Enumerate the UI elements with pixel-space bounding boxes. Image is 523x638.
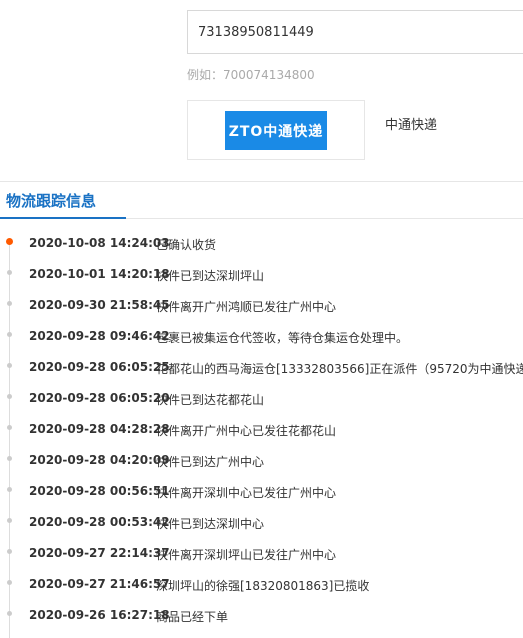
event-description: 已确认收货: [156, 238, 217, 252]
event-description: 花都花山的西马海运仓[13332803566]正在派件（95720为中通快递员: [156, 362, 523, 376]
section-title: 物流跟踪信息: [6, 192, 97, 210]
event-description: 快件离开广州鸿顺已发往广州中心: [156, 300, 337, 314]
tracking-event: 2020-09-27 21:46:57 深圳坪山的徐强[18320801863]已…: [0, 568, 523, 599]
event-description: 快件离开广州中心已发往花都花山: [156, 424, 337, 438]
event-description: 快件已到达深圳中心: [156, 517, 265, 531]
event-time: 2020-09-28 04:20:09: [29, 453, 170, 467]
event-time: 2020-10-01 14:20:18: [29, 267, 170, 281]
example-hint: 例如：700074134800: [187, 68, 315, 82]
timeline-dot-icon: [7, 332, 12, 337]
event-description: 快件已到达深圳坪山: [156, 269, 265, 283]
timeline-dot-icon: [7, 549, 12, 554]
timeline-dot-icon: [7, 270, 12, 275]
tracking-event: 2020-09-28 00:56:51 快件离开深圳中心已发往广州中心: [0, 475, 523, 506]
zto-logo: ZTO中通快递: [225, 111, 327, 150]
event-description: 快件离开深圳坪山已发往广州中心: [156, 548, 337, 562]
tracking-event: 2020-09-28 04:20:09 快件已到达广州中心: [0, 444, 523, 475]
tracking-event: 2020-10-08 14:24:03 已确认收货: [0, 227, 523, 258]
tracking-event: 2020-09-30 21:58:45 快件离开广州鸿顺已发往广州中心: [0, 289, 523, 320]
timeline-dot-icon: [7, 363, 12, 368]
event-time: 2020-09-28 00:53:42: [29, 515, 170, 529]
event-description: 商品已经下单: [156, 610, 229, 624]
timeline-dot-icon: [7, 487, 12, 492]
tracking-event: 2020-09-28 00:53:42 快件已到达深圳中心: [0, 506, 523, 537]
event-time: 2020-09-28 06:05:25: [29, 360, 170, 374]
tracking-number-input[interactable]: [188, 11, 523, 53]
carrier-name: 中通快递: [385, 118, 438, 133]
event-time: 2020-09-28 00:56:51: [29, 484, 170, 498]
event-description: 快件已到达花都花山: [156, 393, 265, 407]
tracking-event: 2020-09-28 09:46:42 包裹已被集运仓代签收，等待仓集运仓处理中。: [0, 320, 523, 351]
event-time: 2020-09-28 06:05:20: [29, 391, 170, 405]
section-divider: [126, 218, 523, 219]
timeline-dot-icon: [7, 456, 12, 461]
event-time: 2020-09-26 16:27:18: [29, 608, 170, 622]
timeline-dot-icon: [7, 301, 12, 306]
section-title-underline: [0, 217, 126, 219]
event-description: 快件已到达广州中心: [156, 455, 265, 469]
event-time: 2020-09-28 09:46:42: [29, 329, 170, 343]
tracking-event: 2020-09-26 16:27:18 商品已经下单: [0, 599, 523, 630]
tracking-event: 2020-09-27 22:14:37 快件离开深圳坪山已发往广州中心: [0, 537, 523, 568]
carrier-card[interactable]: ZTO中通快递: [187, 100, 365, 160]
timeline-dot-icon: [7, 394, 12, 399]
event-description: 深圳坪山的徐强[18320801863]已揽收: [156, 579, 370, 593]
timeline-dot-icon: [7, 425, 12, 430]
tracking-event: 2020-09-28 04:28:28 快件离开广州中心已发往花都花山: [0, 413, 523, 444]
event-description: 快件离开深圳中心已发往广州中心: [156, 486, 337, 500]
tracking-number-field[interactable]: [187, 10, 523, 54]
event-description: 包裹已被集运仓代签收，等待仓集运仓处理中。: [156, 331, 409, 345]
tracking-event: 2020-09-28 06:05:25 花都花山的西马海运仓[1333280356…: [0, 351, 523, 382]
event-time: 2020-10-08 14:24:03: [29, 236, 170, 250]
event-time: 2020-09-30 21:58:45: [29, 298, 170, 312]
timeline-dot-icon: [7, 518, 12, 523]
timeline-dot-icon: [7, 611, 12, 616]
tracking-event: 2020-10-01 14:20:18 快件已到达深圳坪山: [0, 258, 523, 289]
timeline-dot-current-icon: [6, 238, 13, 245]
event-time: 2020-09-27 22:14:37: [29, 546, 170, 560]
timeline-dot-icon: [7, 580, 12, 585]
event-time: 2020-09-27 21:46:57: [29, 577, 170, 591]
tracking-event: 2020-09-28 06:05:20 快件已到达花都花山: [0, 382, 523, 413]
divider: [0, 181, 523, 182]
event-time: 2020-09-28 04:28:28: [29, 422, 170, 436]
